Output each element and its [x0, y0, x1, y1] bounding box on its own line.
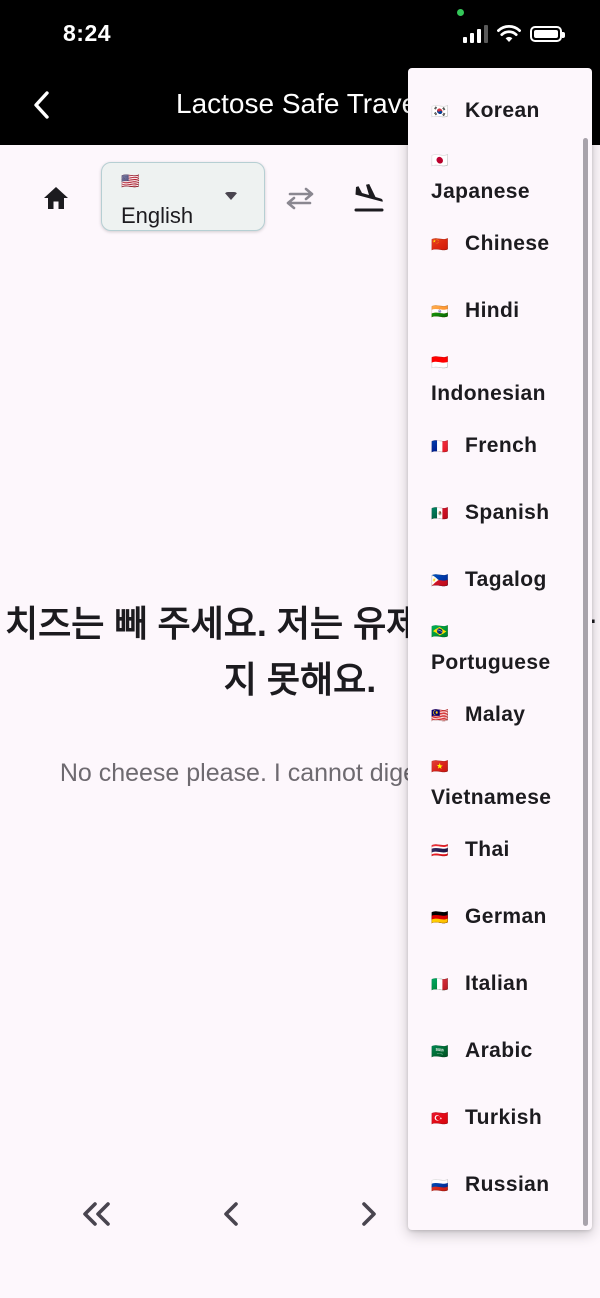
language-option-thai[interactable]: 🇹🇭 Thai — [408, 836, 592, 888]
previous-phrase-button[interactable] — [211, 1196, 251, 1232]
language-option-russian[interactable]: 🇷🇺 Russian — [408, 1171, 592, 1223]
language-option-label: Tagalog — [465, 568, 547, 591]
language-option-french[interactable]: 🇫🇷 French — [408, 432, 592, 484]
wifi-icon — [497, 25, 521, 42]
status-icons — [463, 24, 565, 44]
language-option-label: Spanish — [465, 501, 550, 524]
language-option-label: French — [465, 434, 538, 457]
flag-icon: 🇨🇳 — [431, 236, 449, 252]
language-option-label: Malay — [465, 703, 526, 726]
language-option-korean[interactable]: 🇰🇷 Korean — [408, 97, 592, 149]
language-option-hindi[interactable]: 🇮🇳 Hindi — [408, 297, 592, 349]
dropdown-caret-icon — [224, 192, 238, 200]
language-option-label: German — [465, 905, 547, 928]
language-option-label: Indonesian — [431, 382, 546, 405]
status-time: 8:24 — [63, 20, 112, 46]
language-option-turkish[interactable]: 🇹🇷 Turkish — [408, 1104, 592, 1156]
swap-languages-button[interactable] — [282, 180, 318, 216]
flag-icon: 🇲🇾 — [431, 707, 449, 723]
language-option-chinese[interactable]: 🇨🇳 Chinese — [408, 230, 592, 282]
language-option-italian[interactable]: 🇮🇹 Italian — [408, 970, 592, 1022]
cellular-signal-icon — [463, 25, 488, 43]
language-option-spanish[interactable]: 🇲🇽 Spanish — [408, 499, 592, 551]
chevron-left-icon — [34, 91, 49, 119]
first-phrase-button[interactable] — [76, 1196, 116, 1232]
flag-icon: 🇵🇭 — [431, 572, 449, 588]
chevron-right-icon — [362, 1202, 376, 1226]
language-option-label: Hindi — [465, 299, 520, 322]
language-menu: 🇰🇷 Korean 🇯🇵 Japanese 🇨🇳 Chinese 🇮🇳 Hindi 🇮🇩 Indo… — [408, 68, 592, 1230]
menu-scrollbar[interactable] — [583, 138, 588, 1226]
flag-icon: 🇲🇽 — [431, 505, 449, 521]
chevron-left-icon — [224, 1202, 238, 1226]
language-option-arabic[interactable]: 🇸🇦 Arabic — [408, 1037, 592, 1089]
flag-icon: 🇰🇷 — [431, 103, 449, 119]
language-option-label: Turkish — [465, 1106, 543, 1129]
language-option-malay[interactable]: 🇲🇾 Malay — [408, 701, 592, 753]
language-option-japanese[interactable]: 🇯🇵 Japanese — [408, 146, 592, 210]
double-chevron-left-icon — [83, 1202, 110, 1226]
privacy-indicator-dot — [457, 9, 464, 16]
language-option-label: Chinese — [465, 232, 550, 255]
language-option-label: Russian — [465, 1173, 550, 1196]
flag-icon: 🇹🇷 — [431, 1110, 449, 1126]
flight-land-icon — [354, 184, 384, 212]
flag-icon: 🇮🇳 — [431, 303, 449, 319]
language-option-indonesian[interactable]: 🇮🇩 Indonesian — [408, 348, 592, 412]
flag-icon: 🇫🇷 — [431, 438, 449, 454]
selected-language-flag: 🇺🇸 — [121, 173, 140, 190]
flag-icon: 🇹🇭 — [431, 842, 449, 858]
language-option-label: Japanese — [431, 180, 530, 203]
next-phrase-button[interactable] — [349, 1196, 389, 1232]
battery-icon — [530, 26, 565, 42]
flag-icon: 🇯🇵 — [431, 152, 449, 168]
home-icon — [44, 187, 68, 209]
language-option-label: Thai — [465, 838, 510, 861]
flag-icon: 🇧🇷 — [431, 623, 449, 639]
back-button[interactable] — [22, 82, 62, 128]
language-option-label: Arabic — [465, 1039, 533, 1062]
flag-icon: 🇻🇳 — [431, 758, 449, 774]
language-option-german[interactable]: 🇩🇪 German — [408, 903, 592, 955]
flag-icon: 🇮🇹 — [431, 976, 449, 992]
home-button[interactable] — [38, 180, 74, 216]
flag-icon: 🇩🇪 — [431, 909, 449, 925]
language-option-label: Korean — [465, 99, 540, 122]
language-option-label: Portuguese — [431, 651, 551, 674]
source-language-dropdown[interactable]: 🇺🇸 English — [101, 162, 265, 231]
language-option-label: Vietnamese — [431, 786, 552, 809]
selected-language-name: English — [121, 203, 194, 228]
flight-land-button[interactable] — [348, 178, 388, 218]
flag-icon: 🇮🇩 — [431, 354, 449, 370]
language-option-vietnamese[interactable]: 🇻🇳 Vietnamese — [408, 752, 592, 816]
language-option-portuguese[interactable]: 🇧🇷 Portuguese — [408, 617, 592, 681]
app-title: Lactose Safe Travel — [176, 88, 424, 119]
flag-icon: 🇷🇺 — [431, 1177, 449, 1193]
flag-icon: 🇸🇦 — [431, 1043, 449, 1059]
language-option-label: Italian — [465, 972, 529, 995]
swap-arrows-icon — [286, 187, 314, 210]
language-option-tagalog[interactable]: 🇵🇭 Tagalog — [408, 566, 592, 618]
